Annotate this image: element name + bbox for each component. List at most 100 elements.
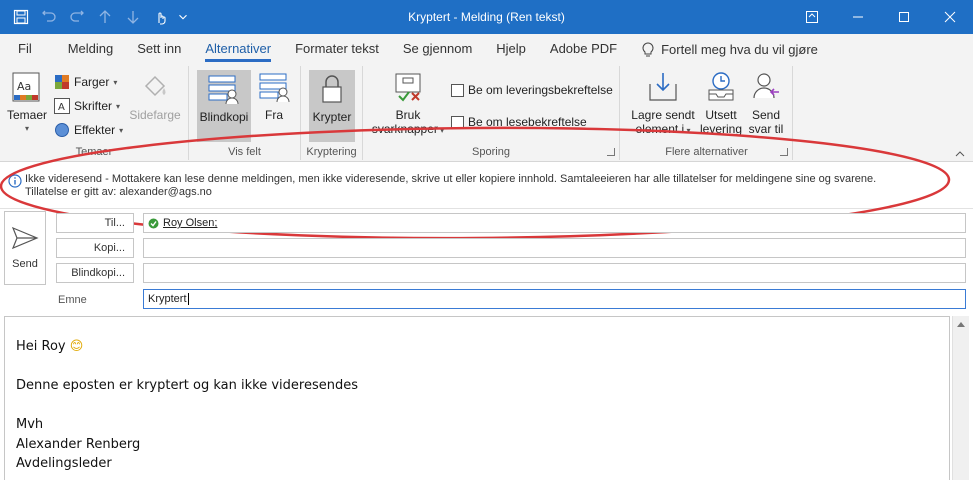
ribbon: Aa Temaer ▾ Farger ▾ A Skrifter ▾ Effekt… bbox=[0, 64, 973, 162]
chevron-down-icon bbox=[179, 14, 187, 20]
delay-label-2: levering bbox=[699, 122, 743, 136]
to-field[interactable]: Roy Olsen; bbox=[143, 213, 966, 233]
dialog-launcher-icon[interactable] bbox=[780, 148, 788, 156]
delivery-receipt-label: Be om leveringsbekreftelse bbox=[468, 83, 613, 97]
effects-button[interactable]: Effekter ▾ bbox=[54, 120, 123, 140]
arrow-up-icon bbox=[99, 10, 111, 23]
tab-insert[interactable]: Sett inn bbox=[125, 34, 193, 64]
tab-file[interactable]: Fil bbox=[0, 34, 44, 64]
voting-label-2-text: svarknapper bbox=[371, 122, 438, 136]
tab-review[interactable]: Se gjennom bbox=[391, 34, 484, 64]
tab-options[interactable]: Alternativer bbox=[193, 34, 283, 64]
close-button[interactable] bbox=[927, 0, 973, 34]
direct-replies-button[interactable]: Send svar til bbox=[745, 70, 787, 136]
save-button[interactable] bbox=[8, 4, 34, 30]
recipient-chip[interactable]: Roy Olsen; bbox=[148, 214, 217, 232]
themes-button[interactable]: Aa Temaer ▾ bbox=[6, 70, 48, 136]
signature-line-2: Alexander Renberg bbox=[16, 436, 141, 452]
more-options-group: Lagre sendt element i ▾ Utsett levering … bbox=[621, 66, 793, 160]
delay-delivery-button[interactable]: Utsett levering bbox=[699, 70, 743, 136]
show-fields-group-label: Vis felt bbox=[228, 146, 261, 158]
delay-label-1: Utsett bbox=[705, 108, 737, 122]
recipient-name: Roy Olsen; bbox=[163, 217, 218, 229]
svg-text:A: A bbox=[58, 102, 65, 113]
tracking-group: Bruk svarknapper ▾ Be om leveringsbekref… bbox=[363, 66, 620, 160]
direct-replies-label-1: Send bbox=[751, 108, 781, 122]
greeting-text: Hei Roy bbox=[16, 339, 66, 354]
tab-format-text[interactable]: Formater tekst bbox=[283, 34, 391, 64]
delivery-receipt-checkbox[interactable]: Be om leveringsbekreftelse bbox=[451, 80, 613, 100]
tell-me-search[interactable]: Fortell meg hva du vil gjøre bbox=[629, 41, 818, 57]
signature-line-1: Mvh bbox=[16, 417, 44, 432]
tab-help[interactable]: Hjelp bbox=[484, 34, 538, 64]
window-controls bbox=[789, 0, 973, 34]
themes-group-label: Temaer bbox=[75, 146, 113, 158]
chevron-down-icon: ▾ bbox=[116, 101, 121, 111]
redo-button[interactable] bbox=[64, 4, 90, 30]
checkbox-box[interactable] bbox=[451, 115, 464, 129]
undo-button[interactable] bbox=[36, 4, 62, 30]
encrypt-button[interactable]: Krypter bbox=[309, 70, 355, 142]
tab-adobe-pdf[interactable]: Adobe PDF bbox=[538, 34, 629, 64]
chevron-down-icon: ▾ bbox=[437, 126, 445, 135]
next-item-button[interactable] bbox=[120, 4, 146, 30]
paint-bucket-icon bbox=[144, 75, 166, 97]
cc-button[interactable]: Kopi... bbox=[56, 238, 134, 258]
themes-label: Temaer bbox=[6, 108, 47, 122]
collapse-ribbon-icon[interactable] bbox=[955, 151, 965, 157]
bcc-icon bbox=[208, 75, 239, 105]
greeting-line: Hei Roy 😊 bbox=[16, 337, 358, 357]
from-toggle-button[interactable]: Fra bbox=[255, 70, 293, 122]
cc-field[interactable] bbox=[143, 238, 966, 258]
clock-icon bbox=[708, 72, 734, 101]
fonts-icon: A bbox=[54, 98, 70, 114]
chevron-down-icon: ▾ bbox=[24, 124, 29, 133]
touch-hand-icon bbox=[158, 12, 166, 25]
bcc-field[interactable] bbox=[143, 263, 966, 283]
chevron-down-icon: ▾ bbox=[684, 126, 691, 135]
save-sent-item-button[interactable]: Lagre sendt element i ▾ bbox=[629, 70, 697, 138]
themes-icon: Aa bbox=[12, 72, 40, 102]
encrypt-group: Krypter Kryptering bbox=[301, 66, 363, 160]
read-receipt-checkbox[interactable]: Be om lesebekreftelse bbox=[451, 112, 587, 132]
from-icon bbox=[259, 73, 290, 103]
to-button[interactable]: Til... bbox=[56, 213, 134, 233]
bcc-button[interactable]: Blindkopi... bbox=[56, 263, 134, 283]
chevron-down-icon: ▾ bbox=[113, 77, 118, 87]
lock-icon bbox=[322, 75, 342, 103]
page-color-label: Sidefarge bbox=[129, 108, 181, 122]
message-body-text: Hei Roy 😊 Denne eposten er kryptert og k… bbox=[16, 337, 358, 474]
message-body[interactable]: Hei Roy 😊 Denne eposten er kryptert og k… bbox=[4, 316, 950, 480]
body-scrollbar[interactable] bbox=[952, 316, 969, 480]
previous-item-button[interactable] bbox=[92, 4, 118, 30]
svg-text:Aa: Aa bbox=[17, 80, 31, 93]
send-button[interactable]: Send bbox=[4, 211, 46, 285]
tab-message[interactable]: Melding bbox=[44, 34, 126, 64]
minimize-button[interactable] bbox=[835, 0, 881, 34]
maximize-button[interactable] bbox=[881, 0, 927, 34]
read-receipt-label: Be om lesebekreftelse bbox=[468, 115, 587, 129]
permission-line-1: Ikke videresend - Mottakere kan lese den… bbox=[25, 173, 877, 185]
voting-label-1: Bruk bbox=[395, 108, 421, 122]
ribbon-display-options-button[interactable] bbox=[789, 0, 835, 34]
subject-field[interactable]: Kryptert bbox=[143, 289, 966, 309]
info-icon bbox=[8, 174, 22, 188]
text-cursor bbox=[187, 293, 189, 306]
bcc-toggle-button[interactable]: Blindkopi bbox=[197, 70, 251, 142]
dialog-launcher-icon[interactable] bbox=[607, 148, 615, 156]
fonts-button[interactable]: A Skrifter ▾ bbox=[54, 96, 120, 116]
scroll-up-arrow-icon[interactable] bbox=[957, 322, 965, 327]
save-icon bbox=[13, 9, 29, 25]
checkbox-box[interactable] bbox=[451, 83, 464, 97]
customize-toolbar-button[interactable] bbox=[176, 4, 190, 30]
save-sent-label-2: element i ▾ bbox=[636, 122, 691, 138]
voting-buttons-button[interactable]: Bruk svarknapper ▾ bbox=[369, 70, 447, 138]
themes-group: Aa Temaer ▾ Farger ▾ A Skrifter ▾ Effekt… bbox=[0, 66, 189, 160]
subject-label: Emne bbox=[58, 294, 87, 306]
page-color-button[interactable]: Sidefarge bbox=[126, 70, 184, 122]
permission-line-2: Tillatelse er gitt av: alexander@ags.no bbox=[25, 186, 212, 198]
colors-button[interactable]: Farger ▾ bbox=[54, 72, 117, 92]
touch-mode-button[interactable] bbox=[148, 4, 174, 30]
